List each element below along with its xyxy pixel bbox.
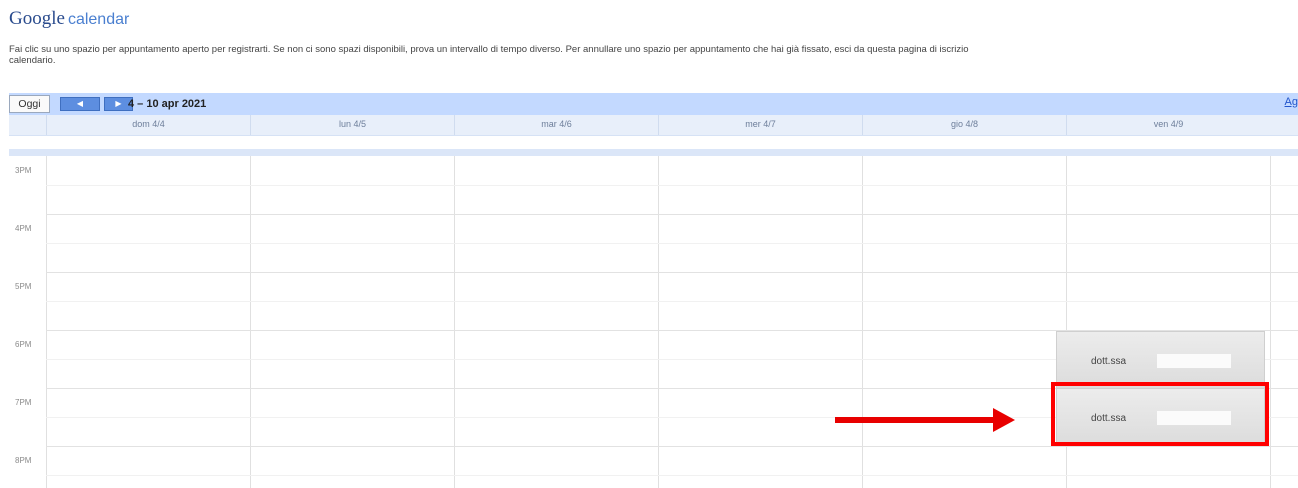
day-divider bbox=[658, 156, 659, 488]
today-button[interactable]: Oggi bbox=[9, 95, 50, 113]
day-header-mon: lun 4/5 bbox=[250, 115, 454, 135]
highlight-box bbox=[1051, 382, 1269, 446]
logo-product: calendar bbox=[67, 11, 130, 28]
all-day-strip bbox=[9, 135, 1298, 149]
arrow-shaft bbox=[835, 417, 995, 423]
hour-label-5pm: 5PM bbox=[15, 282, 32, 291]
instructions-line-2: calendario. bbox=[9, 55, 56, 66]
hour-line bbox=[46, 272, 1298, 273]
day-header-sun: dom 4/4 bbox=[46, 115, 250, 135]
day-header-wed: mer 4/7 bbox=[658, 115, 862, 135]
week-navigation: ◀ ▶ bbox=[60, 97, 133, 111]
instructions-text: Fai clic su uno spazio per appuntamento … bbox=[9, 44, 1298, 66]
slot-label: dott.ssa bbox=[1091, 356, 1127, 367]
hour-label-6pm: 6PM bbox=[15, 340, 32, 349]
half-hour-line bbox=[46, 475, 1298, 476]
hour-line bbox=[46, 446, 1298, 447]
day-divider bbox=[862, 156, 863, 488]
day-divider bbox=[1270, 156, 1271, 488]
half-hour-line bbox=[46, 185, 1298, 186]
hour-line bbox=[46, 214, 1298, 215]
agenda-link[interactable]: Ag bbox=[1285, 96, 1298, 108]
google-calendar-logo: Google calendar bbox=[9, 8, 129, 31]
appointment-slot-6pm[interactable]: dott.ssa bbox=[1056, 331, 1265, 389]
hour-label-3pm: 3PM bbox=[15, 166, 32, 175]
slot-name-box bbox=[1157, 354, 1231, 368]
day-divider bbox=[454, 156, 455, 488]
day-header-thu: gio 4/8 bbox=[862, 115, 1066, 135]
chevron-left-icon[interactable]: ◀ bbox=[60, 97, 100, 111]
date-range: 4 – 10 apr 2021 bbox=[128, 98, 207, 110]
day-divider bbox=[250, 156, 251, 488]
day-header-tue: mar 4/6 bbox=[454, 115, 658, 135]
calendar-toolbar: Oggi ◀ ▶ 4 – 10 apr 2021 Ag bbox=[9, 93, 1298, 115]
hour-label-8pm: 8PM bbox=[15, 456, 32, 465]
logo-brand: Google bbox=[9, 8, 65, 29]
instructions-line-1: Fai clic su uno spazio per appuntamento … bbox=[9, 44, 969, 55]
header-divider bbox=[9, 149, 1298, 156]
hour-label-4pm: 4PM bbox=[15, 224, 32, 233]
half-hour-line bbox=[46, 301, 1298, 302]
day-header-fri: ven 4/9 bbox=[1066, 115, 1270, 135]
arrow-head-icon bbox=[993, 408, 1015, 432]
hour-label-7pm: 7PM bbox=[15, 398, 32, 407]
day-divider bbox=[46, 156, 47, 488]
half-hour-line bbox=[46, 243, 1298, 244]
